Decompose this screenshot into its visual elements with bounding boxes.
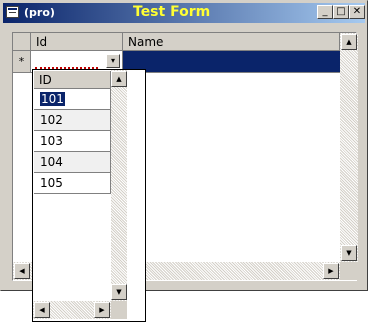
window-title: (pro) — [24, 6, 55, 19]
dropdown-scroll-down-button[interactable]: ▼ — [111, 284, 127, 300]
dropdown-horizontal-scrollbar[interactable]: ◀ ▶ — [33, 301, 111, 319]
dropdown-vertical-scrollbar[interactable]: ▲ ▼ — [111, 70, 127, 301]
form-icon — [6, 6, 19, 18]
list-item[interactable]: 103 — [34, 131, 111, 152]
list-item-label: 101 — [40, 92, 65, 106]
scroll-right-icon: ▶ — [99, 306, 105, 314]
row-selector[interactable]: * — [13, 51, 31, 73]
scroll-left-icon: ◀ — [39, 306, 45, 314]
dropdown-scroll-up-button[interactable]: ▲ — [111, 71, 127, 87]
scrollbar-corner — [340, 262, 358, 280]
list-item[interactable]: 101 — [34, 89, 111, 110]
column-header-name[interactable]: Name — [123, 33, 340, 51]
scroll-up-icon: ▲ — [116, 75, 122, 83]
form-heading: Test Form — [133, 4, 211, 20]
scroll-right-button[interactable]: ▶ — [323, 263, 339, 279]
id-dropdown-list[interactable]: ID 101 102 103 104 105 ▲ ▼ ◀ ▶ — [32, 69, 146, 322]
minimize-button[interactable]: _ — [317, 5, 333, 19]
list-item[interactable]: 105 — [34, 173, 111, 194]
dropdown-scroll-left-button[interactable]: ◀ — [34, 302, 50, 318]
dropdown-header: ID — [34, 71, 111, 89]
maximize-icon: □ — [336, 6, 346, 17]
maximize-button[interactable]: □ — [333, 5, 349, 19]
scroll-up-icon: ▲ — [346, 38, 352, 46]
scroll-down-icon: ▼ — [116, 288, 122, 296]
close-button[interactable]: ✕ — [349, 5, 365, 19]
dropdown-scroll-right-button[interactable]: ▶ — [94, 302, 110, 318]
list-item[interactable]: 104 — [34, 152, 111, 173]
dropdown-button[interactable]: ▾ — [106, 54, 120, 68]
dropdown-scrollbar-corner — [111, 301, 127, 319]
name-field[interactable] — [123, 51, 340, 73]
minimize-icon: _ — [322, 6, 328, 17]
scroll-down-button[interactable]: ▼ — [341, 245, 357, 261]
scroll-left-button[interactable]: ◀ — [14, 263, 30, 279]
title-bar[interactable]: (pro) Test Form _ □ ✕ — [3, 3, 365, 23]
scroll-up-button[interactable]: ▲ — [341, 34, 357, 50]
grid-vertical-scrollbar[interactable]: ▲ ▼ — [340, 33, 358, 262]
scroll-right-icon: ▶ — [328, 267, 334, 275]
dropdown-arrow-icon: ▾ — [110, 56, 115, 65]
select-all-cell[interactable] — [13, 33, 31, 51]
close-icon: ✕ — [352, 6, 362, 17]
list-item[interactable]: 102 — [34, 110, 111, 131]
column-header-id[interactable]: Id — [31, 33, 123, 51]
scroll-down-icon: ▼ — [346, 249, 352, 257]
scroll-left-icon: ◀ — [19, 267, 25, 275]
